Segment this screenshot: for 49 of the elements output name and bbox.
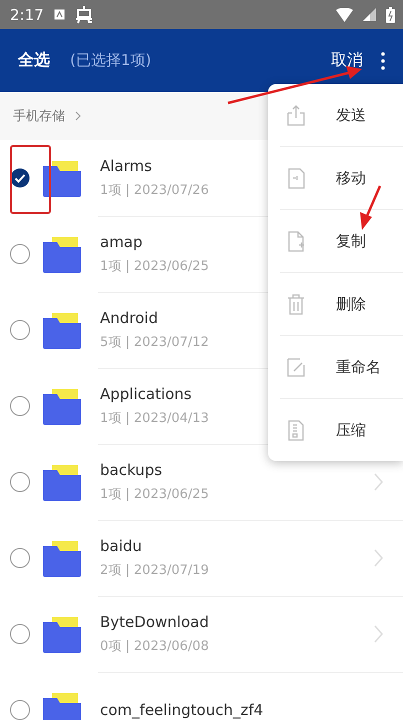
radio-button[interactable] bbox=[10, 396, 30, 416]
highlight-box bbox=[10, 145, 51, 214]
folder-details: 1项 | 2023/06/25 bbox=[100, 258, 209, 275]
menu-item[interactable]: 重命名 bbox=[280, 336, 403, 399]
selection-count: (已选择1项) bbox=[70, 51, 152, 70]
folder-details: 1项 | 2023/04/13 bbox=[100, 410, 209, 427]
folder-name: Android bbox=[100, 309, 158, 327]
folder-name: backups bbox=[100, 461, 162, 479]
folder-name: ByteDownload bbox=[100, 613, 209, 631]
radio-button[interactable] bbox=[10, 472, 30, 492]
cancel-button[interactable]: 取消 bbox=[331, 50, 363, 71]
status-time: 2:17 bbox=[10, 6, 44, 24]
bug-icon bbox=[74, 4, 93, 24]
radio-button[interactable] bbox=[10, 700, 30, 720]
folder-details: 0项 | 2023/06/08 bbox=[100, 638, 209, 655]
menu-item[interactable]: 删除 bbox=[280, 273, 403, 336]
notification-icon bbox=[54, 9, 65, 20]
signal-icon bbox=[363, 8, 376, 21]
radio-button[interactable] bbox=[10, 320, 30, 340]
folder-icon bbox=[42, 538, 82, 578]
menu-item[interactable]: 移动 bbox=[280, 147, 403, 210]
folder-details: 1项 | 2023/06/25 bbox=[100, 486, 209, 503]
folder-icon bbox=[42, 310, 82, 350]
arrow-annotation bbox=[360, 186, 382, 230]
folder-name: Alarms bbox=[100, 157, 152, 175]
folder-details: 2项 | 2023/07/19 bbox=[100, 562, 209, 579]
radio-button[interactable] bbox=[10, 244, 30, 264]
folder-details: 5项 | 2023/07/12 bbox=[100, 334, 209, 351]
wifi-icon bbox=[336, 8, 353, 22]
radio-button[interactable] bbox=[10, 548, 30, 568]
checked-radio[interactable] bbox=[10, 168, 30, 188]
folder-name: baidu bbox=[100, 537, 142, 555]
folder-icon bbox=[42, 690, 82, 720]
folder-icon bbox=[42, 614, 82, 654]
folder-name: amap bbox=[100, 233, 143, 251]
radio-button[interactable] bbox=[10, 624, 30, 644]
folder-icon bbox=[42, 386, 82, 426]
folder-icon bbox=[42, 158, 82, 198]
folder-details: 1项 | 2023/07/26 bbox=[100, 182, 209, 199]
menu-item[interactable]: 发送 bbox=[280, 84, 403, 147]
battery-icon bbox=[386, 6, 395, 22]
folder-icon bbox=[42, 462, 82, 502]
chevron-right-icon bbox=[75, 111, 81, 121]
breadcrumb-item[interactable]: 手机存储 bbox=[13, 107, 65, 125]
menu-item[interactable]: 压缩 bbox=[280, 399, 403, 461]
folder-icon bbox=[42, 234, 82, 274]
folder-name: com_feelingtouch_zf4 bbox=[100, 701, 264, 719]
select-all-button[interactable]: 全选 bbox=[18, 50, 50, 71]
folder-name: Applications bbox=[100, 385, 192, 403]
